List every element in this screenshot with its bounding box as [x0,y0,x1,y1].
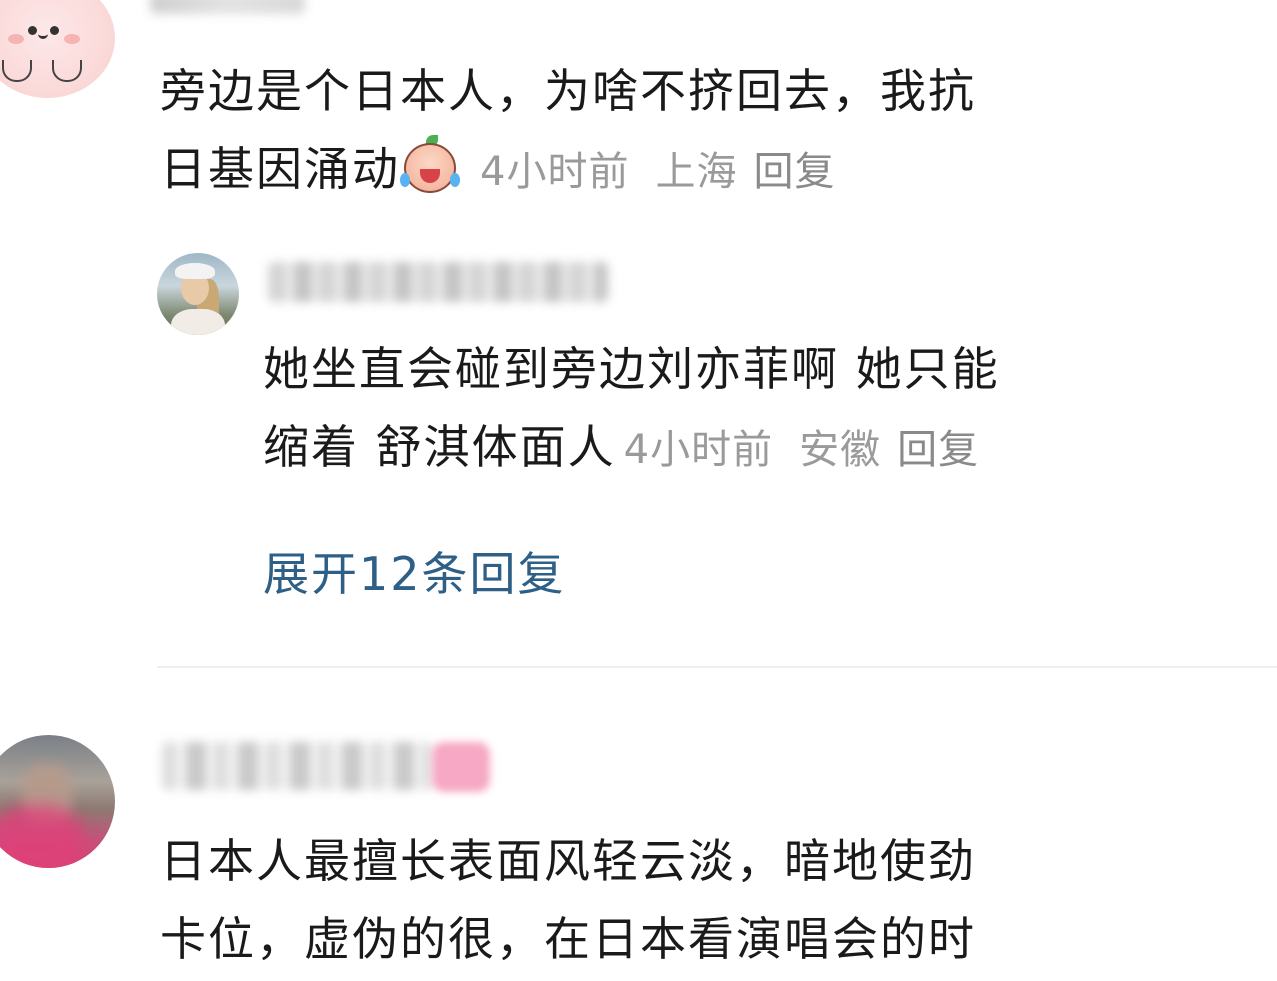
avatar-eye [28,26,37,35]
avatar[interactable] [0,735,115,868]
reply-text-line: 缩着 舒淇体面人 4小时前 安徽 回复 [263,408,1243,489]
avatar[interactable] [0,0,115,98]
username-blurred[interactable] [162,742,432,790]
reply-time: 4小时前 [623,427,774,473]
divider [157,666,1277,668]
heart-emoji-icon [432,742,490,792]
avatar-mouth [38,30,48,39]
comment-text-line2: 日基因涌动 [160,142,400,196]
avatar-blush [8,34,24,44]
comment-time: 4小时前 [480,149,630,195]
comment-text-line: 日基因涌动 4小时前 上海 回复 [160,130,1240,211]
username-blurred[interactable] [150,0,305,14]
crying-laughing-emoji-icon [400,135,460,195]
reply-text-line2: 缩着 舒淇体面人 [263,420,616,474]
avatar-hand [52,60,82,82]
comment-text-line: 旁边是个日本人，为啥不挤回去，我抗 [160,64,976,118]
comment-text-line: 日本人最擅长表面风轻云淡，暗地使劲 [160,834,976,888]
avatar-blush [64,34,80,44]
reply-text-line: 她坐直会碰到旁边刘亦菲啊 她只能 [263,342,1000,396]
expand-replies-link[interactable]: 展开12条回复 [263,538,566,604]
reply-location: 安徽 [799,427,882,473]
comment-text: 日本人最擅长表面风轻云淡，暗地使劲 卡位，虚伪的很，在日本看演唱会的时 [160,822,1260,978]
comment-text: 旁边是个日本人，为啥不挤回去，我抗 日基因涌动 4小时前 上海 回复 [160,52,1240,211]
avatar-eye [50,26,59,35]
reply-text: 她坐直会碰到旁边刘亦菲啊 她只能 缩着 舒淇体面人 4小时前 安徽 回复 [263,330,1243,489]
avatar[interactable] [157,253,239,335]
comment-location: 上海 [655,149,738,195]
reply-button[interactable]: 回复 [753,149,835,195]
avatar-hand [2,60,32,82]
reply-button[interactable]: 回复 [897,427,979,473]
comment-text-line: 卡位，虚伪的很，在日本看演唱会的时 [160,912,976,966]
username-blurred[interactable] [268,262,608,302]
